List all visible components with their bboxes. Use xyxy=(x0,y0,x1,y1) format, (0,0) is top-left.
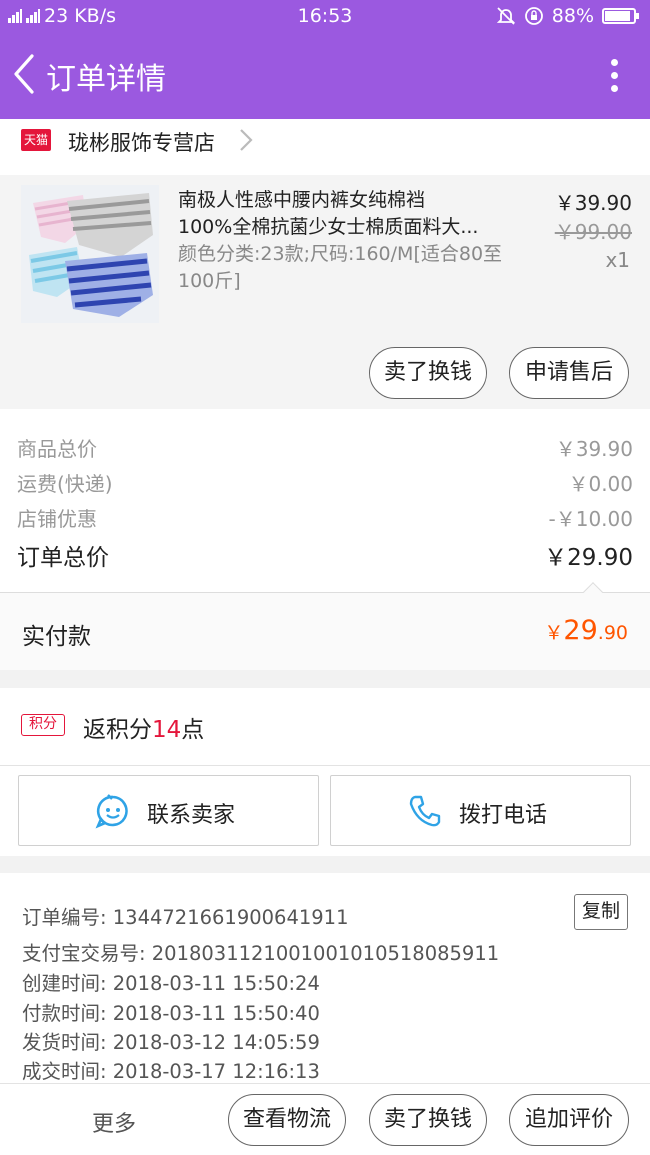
order-info: 订单编号: 1344721661900641911 复制 支付宝交易号: 201… xyxy=(0,873,650,1083)
product-title[interactable]: 南极人性感中腰内裤女纯棉裆 100%全棉抗菌少女士棉质面料大... xyxy=(178,187,518,241)
points-badge: 积分 xyxy=(21,714,65,736)
add-review-button[interactable]: 追加评价 xyxy=(509,1094,629,1146)
battery-icon xyxy=(602,8,639,24)
call-phone-button[interactable]: 拨打电话 xyxy=(330,775,631,846)
paid-time: 付款时间: 2018-03-11 15:50:40 xyxy=(22,1002,320,1025)
contact-section: 联系卖家 拨打电话 xyxy=(0,766,650,856)
contact-seller-button[interactable]: 联系卖家 xyxy=(18,775,319,846)
order-total-value: ￥29.90 xyxy=(544,545,633,571)
amount-integer: 29 xyxy=(563,615,598,646)
tmall-badge: 天猫 xyxy=(21,129,51,151)
shop-row[interactable]: 天猫 珑彬服饰专营店 xyxy=(0,119,650,175)
chevron-right-icon xyxy=(240,129,253,151)
order-number: 订单编号: 1344721661900641911 xyxy=(22,906,349,929)
order-item[interactable]: 南极人性感中腰内裤女纯棉裆 100%全棉抗菌少女士棉质面料大... 颜色分类:2… xyxy=(0,175,650,409)
points-text: 返积分14点 xyxy=(83,710,204,744)
request-after-sales-button[interactable]: 申请售后 xyxy=(509,347,629,399)
shipped-time: 发货时间: 2018-03-12 14:05:59 xyxy=(22,1031,320,1054)
product-price: ￥39.90 xyxy=(554,191,632,215)
points-count: 14 xyxy=(152,717,182,743)
points-row: 积分 返积分14点 xyxy=(0,688,650,766)
mute-bell-icon xyxy=(496,7,515,25)
price-summary: 商品总价 ￥39.90 运费(快递) ￥0.00 店铺优惠 -￥10.00 订单… xyxy=(0,409,650,592)
sell-for-cash-button[interactable]: 卖了换钱 xyxy=(369,347,487,399)
summary-row: 商品总价 ￥39.90 xyxy=(17,433,633,462)
summary-value: ￥39.90 xyxy=(555,437,633,461)
summary-label: 店铺优惠 xyxy=(17,507,97,531)
bottom-action-bar: 更多 查看物流 卖了换钱 追加评价 xyxy=(0,1083,650,1155)
actual-payment-row: 实付款 ￥29.90 xyxy=(0,592,650,670)
product-title-line-2: 100%全棉抗菌少女士棉质面料大... xyxy=(178,216,479,238)
summary-label: 商品总价 xyxy=(17,437,97,461)
product-sku: 颜色分类:23款;尺码:160/M[适合80至100斤] xyxy=(178,243,503,292)
summary-row: 运费(快递) ￥0.00 xyxy=(17,468,633,497)
points-prefix: 返积分 xyxy=(83,717,152,743)
back-arrow-icon[interactable] xyxy=(10,52,40,96)
actual-payment-amount: ￥29.90 xyxy=(544,615,628,646)
order-total-label: 订单总价 xyxy=(17,545,109,571)
order-total-row: 订单总价 ￥29.90 xyxy=(17,538,633,572)
view-logistics-button[interactable]: 查看物流 xyxy=(228,1094,346,1146)
phone-icon xyxy=(409,795,441,827)
status-bar: 23 KB/s 16:53 88% xyxy=(0,0,650,32)
contact-seller-label: 联系卖家 xyxy=(147,803,236,828)
points-suffix: 点 xyxy=(181,717,205,743)
summary-value: ￥0.00 xyxy=(568,472,633,496)
product-original-price: ￥99.00 xyxy=(554,220,632,244)
alipay-trade-number: 支付宝交易号: 2018031121001001010518085911 xyxy=(22,942,500,965)
sell-for-cash-button-bottom[interactable]: 卖了换钱 xyxy=(369,1094,487,1146)
summary-value: -￥10.00 xyxy=(548,507,633,531)
copy-button[interactable]: 复制 xyxy=(574,894,628,930)
amount-decimal: .90 xyxy=(597,622,628,644)
product-title-line-1: 南极人性感中腰内裤女纯棉裆 xyxy=(178,189,426,211)
page-title: 订单详情 xyxy=(46,62,166,97)
chat-bubble-icon xyxy=(95,794,128,829)
actual-payment-label: 实付款 xyxy=(22,624,91,650)
shop-name: 珑彬服饰专营店 xyxy=(68,131,215,155)
header-bar: 订单详情 xyxy=(0,32,650,119)
battery-percent: 88% xyxy=(551,5,594,27)
more-options-icon[interactable] xyxy=(608,59,620,95)
product-quantity: x1 xyxy=(605,248,630,272)
call-phone-label: 拨打电话 xyxy=(459,803,548,828)
more-button[interactable]: 更多 xyxy=(92,1106,136,1138)
rotation-lock-icon xyxy=(524,7,543,25)
summary-label: 运费(快递) xyxy=(17,472,113,496)
currency-symbol: ￥ xyxy=(544,622,564,644)
completed-time: 成交时间: 2018-03-17 12:16:13 xyxy=(22,1060,320,1083)
created-time: 创建时间: 2018-03-11 15:50:24 xyxy=(22,972,320,995)
product-image[interactable] xyxy=(21,185,159,323)
summary-row: 店铺优惠 -￥10.00 xyxy=(17,503,633,532)
product-thumbnail-icon xyxy=(21,185,159,323)
